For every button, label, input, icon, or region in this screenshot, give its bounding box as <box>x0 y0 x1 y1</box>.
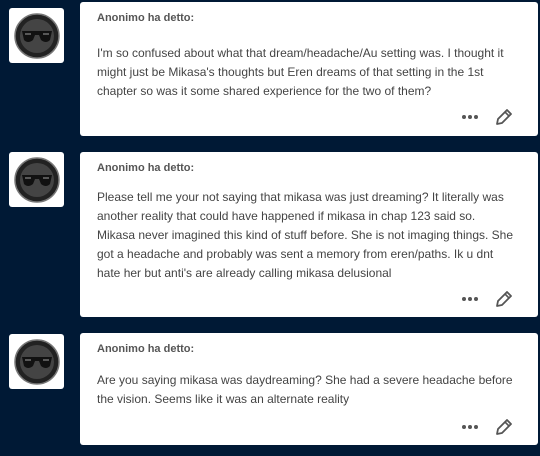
ask-card: Anonimo ha detto: Please tell me your no… <box>80 152 538 317</box>
ask-card: Anonimo ha detto: Are you saying mikasa … <box>80 333 538 445</box>
anonymous-avatar[interactable] <box>9 152 64 207</box>
pencil-icon[interactable] <box>494 289 514 309</box>
asker-name[interactable]: Anonimo ha detto: <box>97 162 194 174</box>
ask-text: Are you saying mikasa was daydreaming? S… <box>97 373 513 406</box>
asker-name[interactable]: Anonimo ha detto: <box>97 12 194 24</box>
ask-text: I'm so confused about what that dream/he… <box>97 46 504 98</box>
more-options-icon[interactable] <box>462 297 482 302</box>
post-actions <box>460 289 520 309</box>
anonymous-avatar[interactable] <box>9 8 64 63</box>
pencil-icon[interactable] <box>494 417 514 437</box>
post-actions <box>460 107 520 127</box>
anonymous-sunglasses-icon <box>13 338 60 385</box>
ask-card: Anonimo ha detto: I'm so confused about … <box>80 2 538 136</box>
pencil-icon[interactable] <box>494 107 514 127</box>
ask-text: Please tell me your not saying that mika… <box>97 190 514 280</box>
asker-name[interactable]: Anonimo ha detto: <box>97 343 194 355</box>
anonymous-avatar[interactable] <box>9 334 64 389</box>
anonymous-sunglasses-icon <box>13 12 60 59</box>
more-options-icon[interactable] <box>462 115 482 120</box>
more-options-icon[interactable] <box>462 425 482 430</box>
anonymous-sunglasses-icon <box>13 156 60 203</box>
post-actions <box>460 417 520 437</box>
